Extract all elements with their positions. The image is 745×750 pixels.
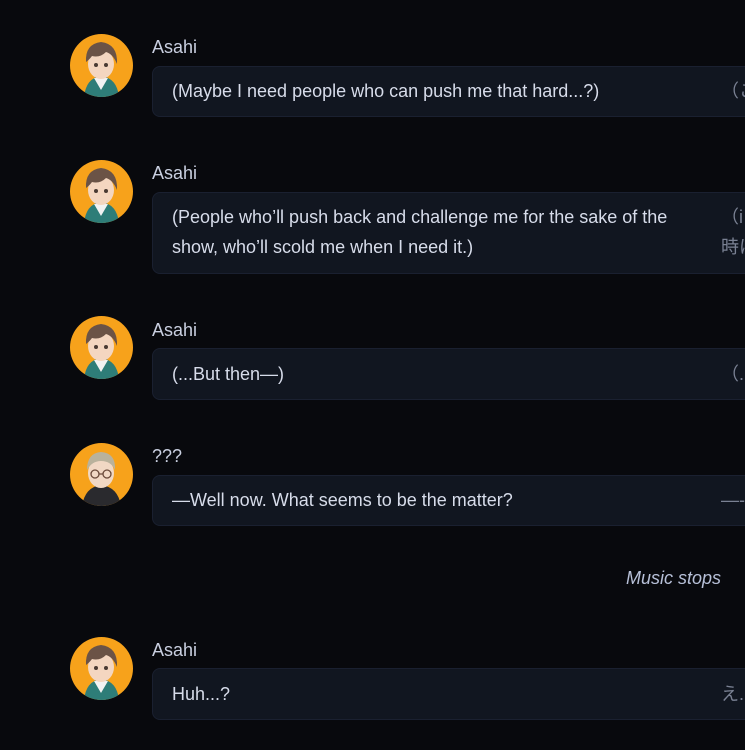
message-bubble: (...But then—) （. [152, 348, 745, 400]
message-bubble: —Well now. What seems to be the matter? … [152, 475, 745, 526]
message-text-jp-line2: 時に [721, 237, 745, 257]
message-text-en: (People who’ll push back and challenge m… [172, 207, 668, 257]
message-bubble: (People who’ll push back and challenge m… [152, 192, 745, 274]
message-bubble: (Maybe I need people who can push me tha… [152, 66, 745, 117]
message-text-en: —Well now. What seems to be the matter? [172, 490, 513, 510]
message-text-jp: （こ [721, 81, 745, 101]
speaker-name: Asahi [152, 320, 198, 340]
message-text-jp: （i [721, 207, 743, 227]
speaker-name: Asahi [152, 37, 198, 57]
message-text-jp: え. [721, 684, 745, 704]
asahi-avatar [70, 160, 133, 223]
message-text-en: Huh...? [172, 684, 231, 704]
unknown-avatar [70, 443, 133, 506]
chat-log: Asahi (Maybe I need people who can push … [0, 0, 745, 750]
asahi-avatar [70, 316, 133, 379]
message-text-jp: （. [721, 364, 745, 384]
asahi-avatar [70, 637, 133, 700]
speaker-name: Asahi [152, 640, 198, 660]
message-text-en: (...But then—) [172, 364, 285, 384]
message-text-jp: —- [721, 490, 745, 510]
speaker-name: ??? [152, 446, 183, 466]
asahi-avatar [70, 34, 133, 97]
narration-text: Music stops [625, 568, 721, 588]
message-text-en: (Maybe I need people who can push me tha… [172, 81, 600, 101]
message-bubble: Huh...? え. [152, 668, 745, 720]
speaker-name: Asahi [152, 163, 198, 183]
